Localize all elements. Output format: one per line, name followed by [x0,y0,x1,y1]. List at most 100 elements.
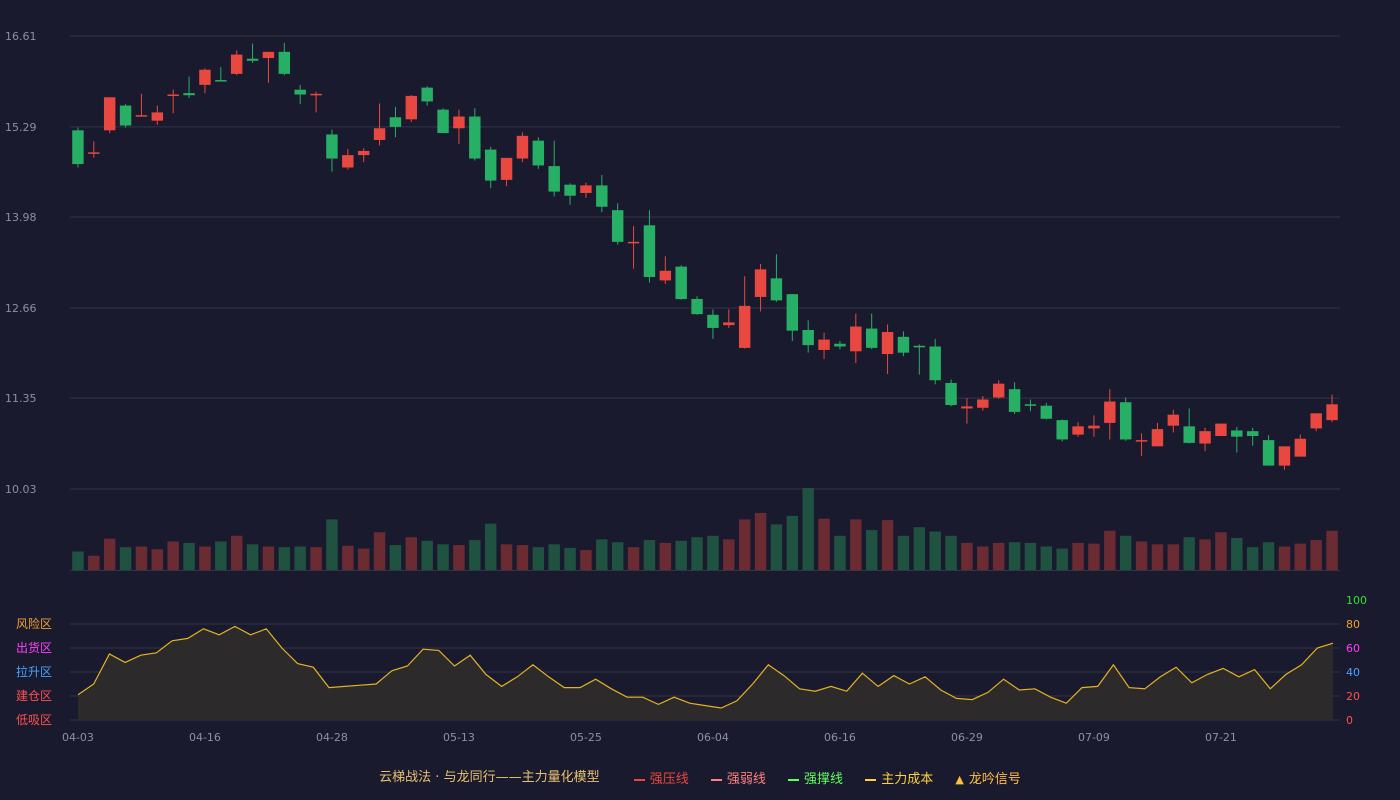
volume-bar [500,544,513,570]
candle-body [723,322,735,326]
legend-item-resistance[interactable]: 强压线 [633,768,689,787]
legend-item-support[interactable]: 强撑线 [788,768,843,787]
price-tick-label: 13.98 [5,211,37,224]
date-tick-label: 06-29 [951,731,983,744]
price-tick-label: 16.61 [5,30,37,43]
date-tick-label: 05-13 [443,731,475,744]
candle-body [119,105,132,126]
candle-body [1326,404,1338,421]
volume-bar [88,555,100,570]
candle-body [1072,426,1084,435]
candle-body [1310,413,1322,429]
candle-body [500,157,513,180]
zone-label: 出货区 [16,640,52,655]
candle-body [707,314,719,328]
legend-label: 强撑线 [804,772,844,787]
volume-bar [151,549,164,570]
volume-bar [421,540,433,570]
candle-body [183,93,195,96]
candle-body [1151,429,1164,447]
legend-swatch-support [788,778,800,781]
candle-body [865,328,878,348]
date-tick-label: 04-16 [189,731,221,744]
volume-bar [580,550,592,570]
candle-body [437,109,449,134]
volume-bar [1104,530,1116,570]
volume-bar [1119,535,1132,570]
volume-bar [945,535,957,570]
candle-body [1231,430,1243,437]
volume-bars [72,488,1338,570]
candle-body [373,128,386,140]
volume-bar [1072,542,1084,570]
volume-bar [1135,541,1148,570]
volume-bar [691,537,703,570]
legend-item-strength[interactable]: 强弱线 [710,768,766,787]
candle-body [691,298,703,315]
candle-body [199,69,211,85]
candle-body [961,406,973,409]
date-axis-labels: 04-03 04-16 04-28 05-13 05-25 06-04 06-16 06-29… [62,731,1237,744]
date-tick-label: 04-03 [62,731,94,744]
candle-body [1278,446,1291,466]
volume-bar [548,544,560,570]
date-tick-label: 06-04 [697,731,729,744]
volume-bar [992,542,1005,570]
candle-body [1294,438,1307,457]
volume-bar [1008,542,1021,570]
date-tick-label: 05-25 [570,731,602,744]
volume-bar [484,523,497,570]
volume-bar [326,519,338,570]
candle-body [881,332,894,355]
candle-body [754,269,767,297]
volume-bar [818,518,830,570]
volume-bar [405,537,418,570]
volume-bar [1056,548,1068,570]
candle-body [167,94,179,97]
volume-bar [881,520,894,570]
legend-swatch-resistance [633,778,645,781]
candle-body [389,117,402,127]
volume-bar [373,532,386,570]
candle-body [1104,401,1116,423]
candle-body [421,87,433,102]
indicator-tick-label: 80 [1346,618,1360,631]
legend-label: 强弱线 [726,772,766,787]
price-tick-label: 12.66 [5,302,37,315]
volume-bar [119,547,132,570]
candle-body [1008,389,1021,412]
legend-swatch-main-cost [865,778,877,781]
volume-bar [532,547,545,570]
candle-body [151,112,164,121]
volume-bar [770,524,783,570]
candle-body [342,155,354,168]
candle-body [469,116,481,159]
volume-bar [135,546,148,570]
candle-body [326,134,338,159]
candle-body [1040,405,1053,419]
indicator-tick-label: 60 [1346,642,1360,655]
candle-body [897,336,910,353]
grid-lines [70,35,1340,571]
volume-bar [675,540,687,570]
price-tick-label: 15.29 [5,121,37,134]
zone-label: 拉升区 [16,664,52,679]
legend-label: 强压线 [649,772,689,787]
volume-bar [1151,544,1164,570]
candle-body [532,140,545,166]
legend-item-signal[interactable]: ▲ 龙吟信号 [955,768,1020,787]
legend-item-main-cost[interactable]: 主力成本 [865,768,933,787]
candle-body [580,185,592,193]
zone-label: 风险区 [16,616,52,631]
volume-bar [1199,539,1211,570]
volume-bar [897,535,910,570]
candle-body [103,97,116,131]
candle-body [516,135,529,159]
volume-bar [437,544,449,570]
chart-canvas: 16.61 15.29 13.98 12.66 11.35 10.03 100 80 60 40… [5,30,1367,744]
legend-title: 云梯战法 · 与龙同行——主力量化模型 [379,770,600,785]
volume-bar [929,531,941,570]
indicator-tick-label: 20 [1346,690,1360,703]
candle-body [627,241,640,244]
candle-body [786,294,799,331]
